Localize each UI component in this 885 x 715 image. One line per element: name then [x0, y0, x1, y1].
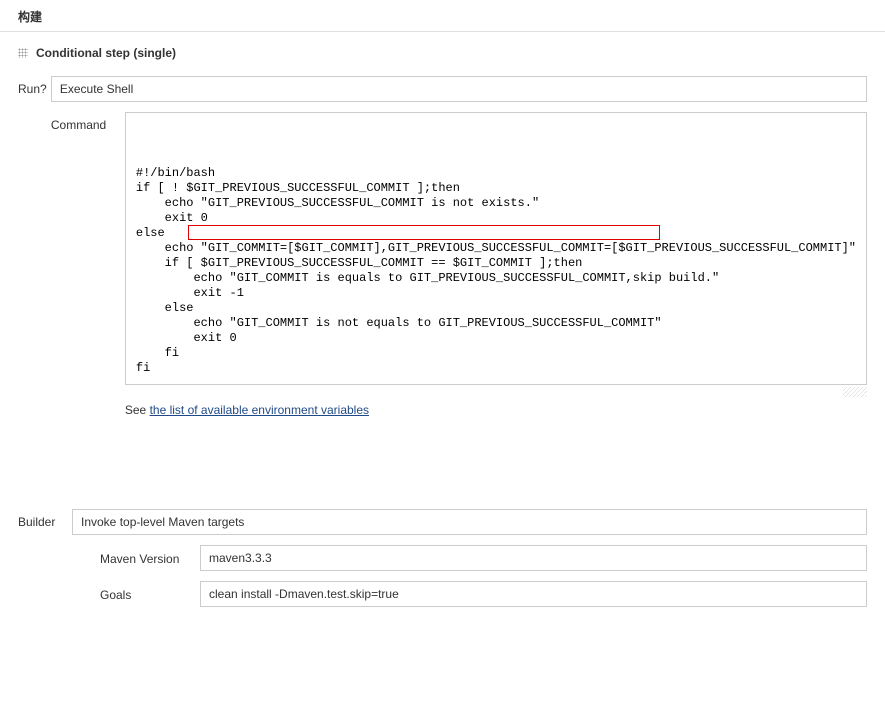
- command-textarea[interactable]: #!/bin/bashif [ ! $GIT_PREVIOUS_SUCCESSF…: [125, 112, 867, 385]
- run-label: Run?: [18, 76, 51, 96]
- code-line: else: [136, 226, 856, 241]
- maven-version-select[interactable]: maven3.3.3: [200, 545, 867, 571]
- maven-version-label: Maven Version: [100, 550, 200, 566]
- resize-bar: [125, 387, 867, 397]
- code-line: if [ ! $GIT_PREVIOUS_SUCCESSFUL_COMMIT ]…: [136, 181, 856, 196]
- builder-label: Builder: [18, 509, 72, 529]
- code-line: echo "GIT_COMMIT is not equals to GIT_PR…: [136, 316, 856, 331]
- env-hint: See the list of available environment va…: [125, 397, 867, 417]
- env-variables-link[interactable]: the list of available environment variab…: [150, 403, 369, 417]
- code-line: echo "GIT_COMMIT=[$GIT_COMMIT],GIT_PREVI…: [136, 241, 856, 256]
- build-section-header: 构建: [0, 0, 885, 32]
- code-line: if [ $GIT_PREVIOUS_SUCCESSFUL_COMMIT == …: [136, 256, 856, 271]
- code-line: else: [136, 301, 856, 316]
- code-line: #!/bin/bash: [136, 166, 856, 181]
- run-select[interactable]: Execute Shell: [51, 76, 867, 102]
- command-label: Command: [51, 112, 125, 132]
- resize-grip-icon[interactable]: [843, 387, 867, 397]
- goals-input[interactable]: [200, 581, 867, 607]
- code-line: fi: [136, 346, 856, 361]
- code-line: exit 0: [136, 211, 856, 226]
- goals-label: Goals: [100, 586, 200, 602]
- builder-select[interactable]: Invoke top-level Maven targets: [72, 509, 867, 535]
- code-line: exit -1: [136, 286, 856, 301]
- code-line: exit 0: [136, 331, 856, 346]
- code-line: fi: [136, 361, 856, 376]
- drag-handle-icon[interactable]: [18, 48, 28, 58]
- step-title: Conditional step (single): [36, 46, 176, 60]
- code-line: echo "GIT_PREVIOUS_SUCCESSFUL_COMMIT is …: [136, 196, 856, 211]
- step-header[interactable]: Conditional step (single): [18, 32, 867, 76]
- code-line: echo "GIT_COMMIT is equals to GIT_PREVIO…: [136, 271, 856, 286]
